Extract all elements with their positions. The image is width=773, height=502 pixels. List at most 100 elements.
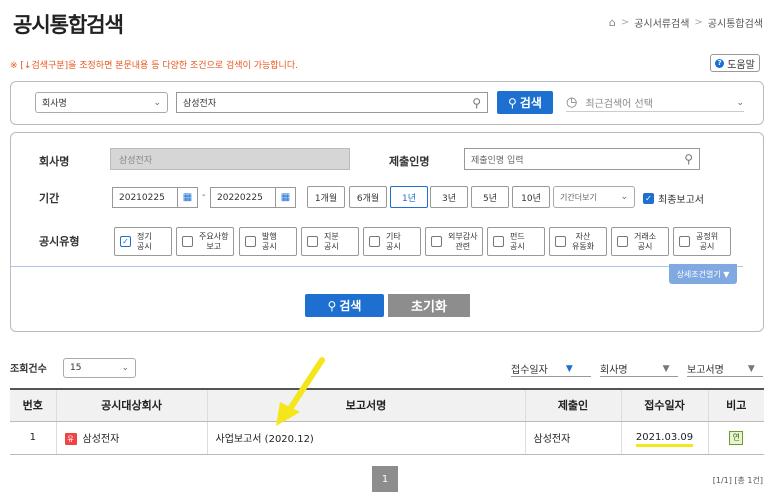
period-label: 기간	[39, 192, 60, 205]
column-header: 번호	[10, 388, 56, 422]
disclosure-type-line: 자산	[575, 231, 591, 241]
sort-date-select[interactable]: 접수일자 ▼	[511, 361, 573, 377]
column-header: 보고서명	[206, 388, 525, 422]
period-6m-button[interactable]: 6개월	[349, 186, 387, 208]
disclosure-type-label: 외부감사 관련	[448, 232, 477, 252]
period-1m-button[interactable]: 1개월	[307, 186, 345, 208]
recent-search-select[interactable]: ◷ 최근검색어 선택 ⌄	[566, 94, 744, 112]
disclosure-type-checkbox[interactable]: 자산 유동화	[549, 227, 607, 256]
disclosure-type-line: 공시	[137, 241, 152, 251]
sort-arrow-icon: ▼	[747, 363, 755, 374]
disclosure-type-checkbox[interactable]: ✓ 정기 공시	[114, 227, 172, 256]
column-header: 공시대상회사	[55, 388, 207, 422]
disclosure-type-checkbox[interactable]: 펀드 공시	[487, 227, 545, 256]
period-5y-button[interactable]: 5년	[471, 186, 509, 208]
company-field: 삼성전자	[110, 148, 350, 170]
row-number: 1	[10, 421, 56, 455]
help-button[interactable]: ? 도움말	[710, 54, 760, 72]
disclosure-type-line: 발행	[262, 231, 277, 241]
disclosure-type-line: 거래소	[634, 231, 657, 241]
search-icon[interactable]: ⚲	[684, 152, 693, 166]
disclosure-type-line: 공시	[386, 241, 401, 251]
disclosure-type-line: 지분	[324, 231, 339, 241]
note-badge: 연	[729, 430, 744, 445]
disclosure-type-line: 외부감사	[448, 231, 478, 241]
search-icon: ⚲	[327, 298, 337, 313]
breadcrumb-item[interactable]: 공시통합검색	[708, 15, 763, 30]
disclosure-type-line: 주요사항	[199, 231, 229, 241]
search-icon: ⚲	[508, 95, 517, 110]
check-icon	[431, 236, 442, 247]
column-header: 비고	[707, 388, 764, 422]
period-more-select[interactable]: 기간더보기 ⌄	[553, 186, 635, 208]
breadcrumb: ⌂ > 공시서류검색 > 공시통합검색	[608, 15, 763, 30]
search-input[interactable]: 삼성전자 ⚲	[176, 92, 488, 113]
disclosure-type-line: 유동화	[572, 241, 595, 251]
search-type-select[interactable]: 회사명 ⌄	[35, 92, 168, 113]
disclosure-type-label: 발행 공시	[262, 232, 277, 252]
calendar-icon[interactable]: ▦	[275, 188, 295, 207]
company-label: 회사명	[39, 155, 70, 168]
column-header: 제출인	[524, 388, 621, 422]
disclosure-type-line: 공시	[324, 241, 339, 251]
disclosure-type-checkbox[interactable]: 발행 공시	[239, 227, 297, 256]
recent-clock-icon: ◷	[566, 95, 578, 110]
home-icon[interactable]: ⌂	[609, 16, 616, 29]
disclosure-type-checkbox[interactable]: 지분 공시	[301, 227, 359, 256]
corp-type-badge: 유	[64, 433, 77, 445]
disclosure-type-checkbox[interactable]: 거래소 공시	[611, 227, 669, 256]
company-cell[interactable]: 유 삼성전자	[55, 421, 207, 455]
help-icon: ?	[715, 58, 725, 68]
divider	[10, 266, 743, 267]
page-title: 공시통합검색	[13, 13, 124, 37]
breadcrumb-item[interactable]: 공시서류검색	[634, 15, 689, 30]
check-icon	[369, 236, 380, 247]
reset-button[interactable]: 초기화	[388, 294, 470, 317]
disclosure-type-label: 정기 공시	[137, 232, 152, 252]
disclosure-type-checkbox[interactable]: 외부감사 관련	[425, 227, 483, 256]
check-icon: ✓	[643, 193, 654, 204]
sort-report-select[interactable]: 보고서명 ▼	[687, 361, 755, 377]
detail-toggle-button[interactable]: 상세조건열기 ▼	[669, 264, 737, 284]
check-icon	[182, 236, 193, 247]
period-3y-button[interactable]: 3년	[430, 186, 468, 208]
table-row: 1 유 삼성전자 사업보고서 (2020.12) 삼성전자 2021.03.09 …	[10, 421, 764, 455]
column-header: 접수일자	[620, 388, 708, 422]
search-icon[interactable]: ⚲	[472, 96, 481, 110]
check-icon	[245, 236, 256, 247]
sort-underline	[600, 376, 678, 377]
submitter-label: 제출인명	[389, 155, 430, 168]
sort-arrow-icon: ▼	[565, 363, 573, 374]
search-button[interactable]: ⚲ 검색	[305, 294, 384, 317]
disclosure-type-line: 보고	[206, 241, 222, 251]
sort-underline	[511, 376, 591, 377]
disclosure-type-checkbox[interactable]: 기타 공시	[363, 227, 421, 256]
page-info: [1/1] [총 1건]	[712, 476, 763, 485]
page-button-1[interactable]: 1	[372, 466, 398, 492]
period-10y-button[interactable]: 10년	[512, 186, 550, 208]
note-cell: 연	[707, 421, 764, 455]
disclosure-type-checkbox[interactable]: 공정위 공시	[673, 227, 731, 256]
submitter-cell: 삼성전자	[524, 421, 621, 455]
period-1y-button[interactable]: 1년	[390, 186, 428, 208]
date-to-input[interactable]: 20220225 ▦	[210, 187, 296, 208]
disclosure-type-line: 공시	[510, 241, 525, 251]
result-count-select[interactable]: 15 ⌄	[63, 358, 136, 378]
disclosure-type-label: 기타 공시	[386, 232, 401, 252]
disclosure-type-label: 공시유형	[39, 235, 80, 248]
date-separator: -	[202, 190, 206, 201]
chevron-down-icon: ⌄	[121, 363, 129, 373]
disclosure-type-label: 자산 유동화	[572, 232, 594, 252]
sort-arrow-icon: ▼	[662, 363, 670, 374]
date-from-input[interactable]: 20210225 ▦	[112, 187, 198, 208]
report-name-link[interactable]: 사업보고서 (2020.12)	[206, 421, 525, 455]
submitter-input[interactable]: 제출인명 입력 ⚲	[464, 148, 700, 170]
sort-company-select[interactable]: 회사명 ▼	[600, 361, 670, 377]
results-table: 번호 공시대상회사 보고서명 제출인 접수일자 비고 1 유 삼성전자 사업보고서…	[10, 388, 764, 455]
quick-search-button[interactable]: ⚲ 검색	[497, 91, 553, 114]
calendar-icon[interactable]: ▦	[177, 188, 197, 207]
chevron-down-icon: ⌄	[736, 97, 744, 108]
company-link[interactable]: 삼성전자	[83, 434, 120, 445]
final-report-checkbox[interactable]: ✓ 최종보고서	[643, 191, 704, 206]
disclosure-type-checkbox[interactable]: 주요사항 보고	[176, 227, 234, 256]
